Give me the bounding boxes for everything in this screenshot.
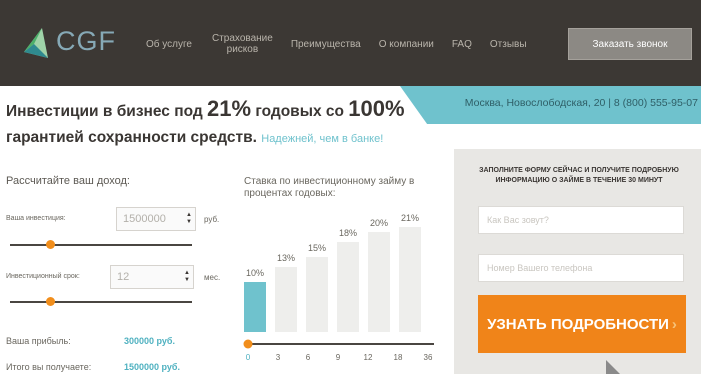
chart-bar-label: 21% xyxy=(401,213,419,223)
term-value: 12 xyxy=(117,271,130,283)
chart-tick-label: 36 xyxy=(424,353,433,362)
headline-part2: годовых со xyxy=(251,103,349,120)
investment-slider-track[interactable] xyxy=(10,244,192,246)
logo-text: CGF xyxy=(56,26,116,56)
chart-bar xyxy=(306,257,328,332)
chart-bar xyxy=(399,227,421,332)
chart-bar-label: 13% xyxy=(277,253,295,263)
chart-bar-label: 15% xyxy=(308,243,326,253)
term-slider-track[interactable] xyxy=(10,301,192,303)
nav-insurance[interactable]: Страхование рисков xyxy=(212,33,273,55)
investment-slider-handle[interactable] xyxy=(46,240,56,249)
headline-guarantee: 100% xyxy=(348,96,405,121)
chart-tick-label: 3 xyxy=(276,353,281,362)
chart-tick-label: 9 xyxy=(336,353,341,362)
profit-label: Ваша прибыль: xyxy=(6,336,71,346)
form-title: ЗАПОЛНИТЕ ФОРМУ СЕЙЧАС И ПОЛУЧИТЕ ПОДРОБ… xyxy=(479,167,679,184)
page-headline: Инвестиции в бизнес под 21% годовых со 1… xyxy=(6,96,446,152)
rate-chart: 10%13%15%18%20% 21%0 3 6 9 12 18 36 xyxy=(243,213,434,362)
chart-bar-label: 20% xyxy=(370,218,388,228)
logo[interactable]: CGF xyxy=(18,22,128,64)
headline-part1: Инвестиции в бизнес под xyxy=(6,103,207,120)
calculator-title: Рассчитайте ваш доход: xyxy=(6,175,130,187)
chart-tick-label: 12 xyxy=(364,353,373,362)
chart-tick-label: 18 xyxy=(394,353,403,362)
nav-advantages[interactable]: Преимущества xyxy=(291,39,361,50)
headline-tagline: Надежней, чем в банке! xyxy=(261,133,384,145)
stepper-arrows-icon[interactable]: ▲ ▼ xyxy=(184,270,190,284)
chart-title: Ставка по инвестиционному займу в процен… xyxy=(244,176,415,199)
chart-bar xyxy=(337,242,359,332)
investment-input[interactable]: 1500000 ▲ ▼ xyxy=(116,207,196,231)
stepper-arrows-icon[interactable]: ▲ ▼ xyxy=(186,212,192,226)
nav-faq[interactable]: FAQ xyxy=(452,39,472,50)
site-header: CGF Об услуге Страхование рисков Преимущ… xyxy=(0,0,701,86)
total-value: 1500000 руб. xyxy=(124,362,180,372)
nav-reviews[interactable]: Отзывы xyxy=(490,39,527,50)
term-slider-handle[interactable] xyxy=(46,297,56,306)
headline-rate: 21% xyxy=(207,96,252,121)
contact-info: Москва, Новослободская, 20 | 8 (800) 555… xyxy=(464,97,698,109)
chart-slider-handle xyxy=(243,339,253,349)
chart-bar xyxy=(368,232,390,332)
profit-value: 300000 руб. xyxy=(124,336,175,346)
nav-company[interactable]: О компании xyxy=(379,39,434,50)
total-label: Итого вы получаете: xyxy=(6,362,92,372)
term-input[interactable]: 12 ▲ ▼ xyxy=(110,265,194,289)
investment-value: 1500000 xyxy=(123,213,166,225)
investment-unit: руб. xyxy=(204,215,220,224)
order-call-button[interactable]: Заказать звонок xyxy=(568,28,692,60)
chart-bar-label: 18% xyxy=(339,228,357,238)
arrow-right-icon: › xyxy=(671,315,677,333)
investment-label: Ваша инвестиция: xyxy=(6,215,66,222)
nav-about[interactable]: Об услуге xyxy=(146,39,192,50)
chart-tick-label: 6 xyxy=(306,353,311,362)
chart-slider-track xyxy=(244,343,434,345)
term-label: Инвестиционный срок: xyxy=(6,273,80,280)
phone-field[interactable]: Номер Вашего телефона xyxy=(478,254,684,282)
main-nav: Об услуге Страхование рисков Преимуществ… xyxy=(146,26,545,62)
logo-mark-icon xyxy=(24,28,48,58)
term-unit: мес. xyxy=(204,273,221,282)
name-field[interactable]: Как Вас зовут? xyxy=(478,206,684,234)
chart-tick-label: 0 xyxy=(246,353,251,362)
chart-bar-label: 10% xyxy=(246,268,264,278)
submit-button[interactable]: УЗНАТЬ ПОДРОБНОСТИ › xyxy=(478,295,686,353)
headline-part3: гарантией сохранности средств. xyxy=(6,129,257,146)
chart-bar xyxy=(275,267,297,332)
submit-label: УЗНАТЬ ПОДРОБНОСТИ xyxy=(487,315,669,333)
mouse-cursor-icon xyxy=(606,360,620,374)
